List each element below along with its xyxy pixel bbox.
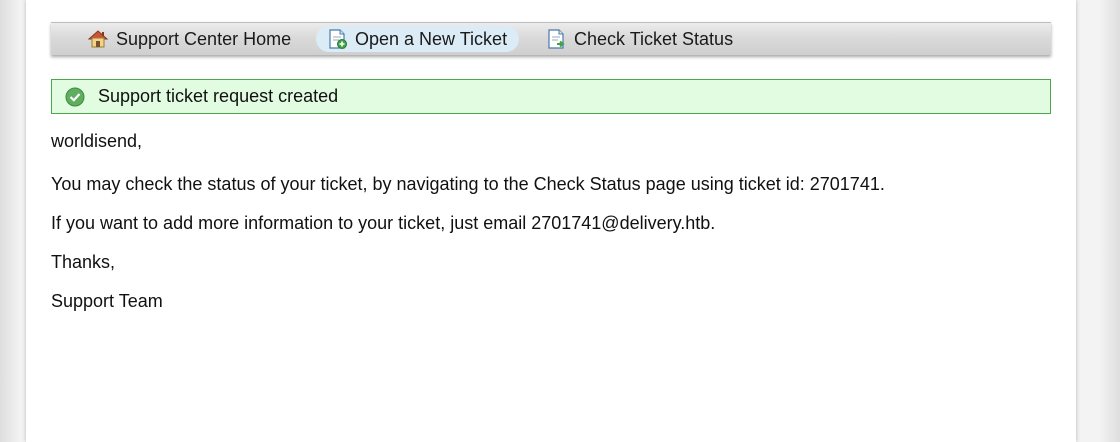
- nav-label-open: Open a New Ticket: [355, 28, 508, 49]
- house-icon: [87, 28, 109, 50]
- nav-open-new-ticket[interactable]: Open a New Ticket: [316, 26, 520, 52]
- success-notice: Support ticket request created: [51, 79, 1051, 114]
- nav-support-center-home[interactable]: Support Center Home: [77, 26, 303, 52]
- ticket-status-icon: [545, 28, 567, 50]
- main-nav: Support Center Home Open a New Ticket Ch…: [51, 22, 1051, 55]
- nav-label-home: Support Center Home: [116, 28, 292, 49]
- thanks-text: Thanks,: [51, 252, 116, 272]
- new-ticket-icon: [326, 28, 348, 50]
- nav-label-status: Check Ticket Status: [574, 28, 734, 49]
- email-info-text: If you want to add more information to y…: [51, 213, 716, 233]
- page-container: Support Center Home Open a New Ticket Ch…: [26, 0, 1076, 442]
- nav-check-ticket-status[interactable]: Check Ticket Status: [535, 26, 745, 52]
- greeting-text: worldisend,: [51, 131, 143, 151]
- notice-text: Support ticket request created: [98, 86, 339, 106]
- status-info-text: You may check the status of your ticket,…: [51, 174, 885, 194]
- signature-text: Support Team: [51, 291, 163, 311]
- check-circle-icon: [65, 87, 85, 107]
